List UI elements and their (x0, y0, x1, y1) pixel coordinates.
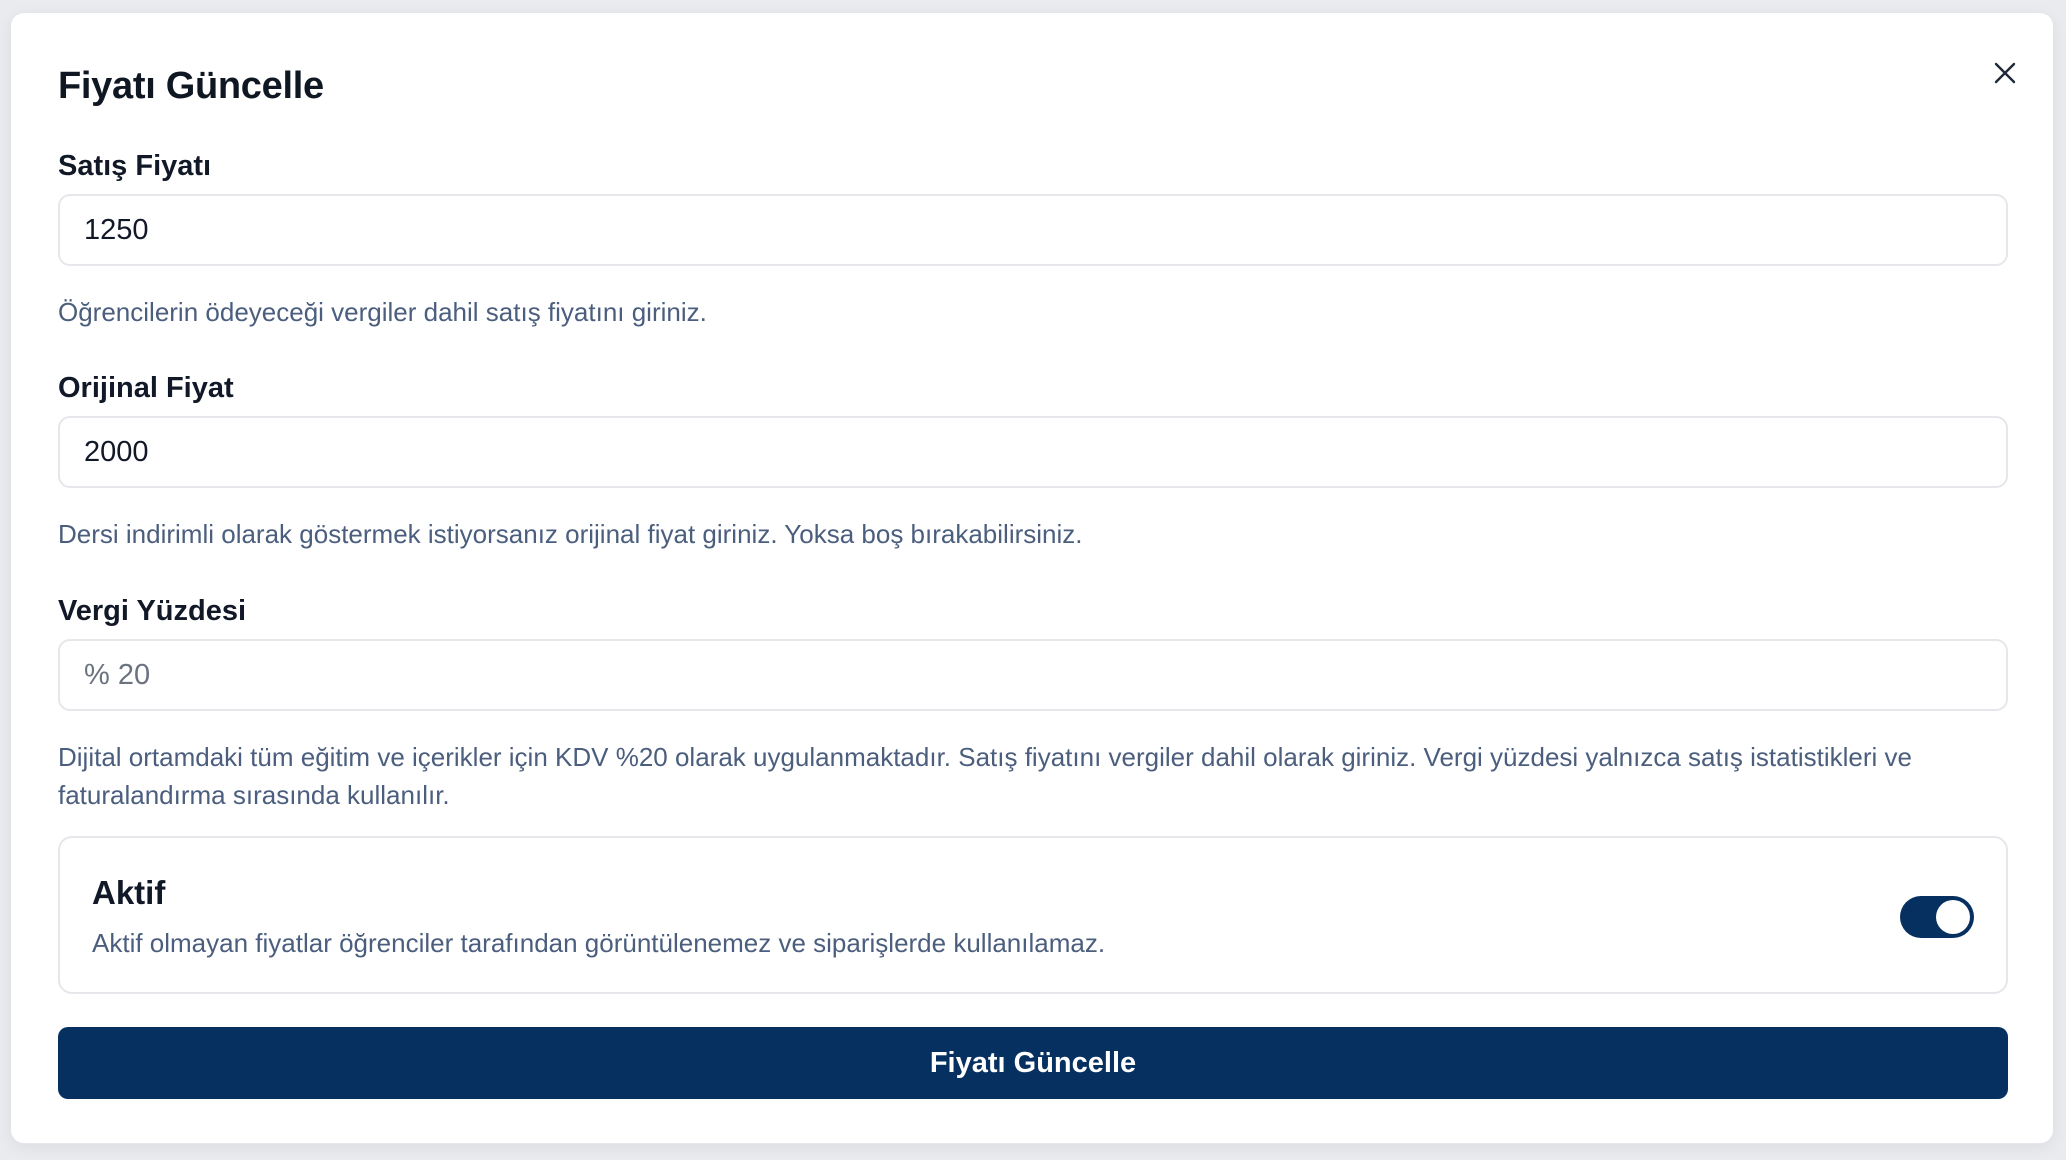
active-description: Aktif olmayan fiyatlar öğrenciler tarafı… (92, 928, 1106, 958)
toggle-knob (1936, 900, 1970, 934)
sale-price-label: Satış Fiyatı (58, 150, 212, 182)
update-price-dialog: Fiyatı Güncelle Satış Fiyatı Öğrencileri… (10, 12, 2054, 1144)
dialog-title: Fiyatı Güncelle (58, 65, 324, 107)
active-toggle[interactable] (1900, 896, 1974, 938)
original-price-label: Orijinal Fiyat (58, 372, 234, 404)
tax-percent-help: Dijital ortamdaki tüm eğitim ve içerikle… (58, 742, 1912, 810)
sale-price-input[interactable] (58, 194, 2008, 266)
original-price-help: Dersi indirimli olarak göstermek istiyor… (58, 519, 1083, 549)
tax-percent-input[interactable] (58, 639, 2008, 711)
update-price-button[interactable]: Fiyatı Güncelle (58, 1027, 2008, 1099)
sale-price-help: Öğrencilerin ödeyeceği vergiler dahil sa… (58, 297, 707, 327)
close-icon (1994, 62, 2016, 84)
active-setting-card: Aktif Aktif olmayan fiyatlar öğrenciler … (58, 836, 2008, 994)
active-title: Aktif (92, 874, 166, 911)
tax-percent-label: Vergi Yüzdesi (58, 595, 247, 627)
original-price-input[interactable] (58, 416, 2008, 488)
close-button[interactable] (1985, 53, 2025, 93)
